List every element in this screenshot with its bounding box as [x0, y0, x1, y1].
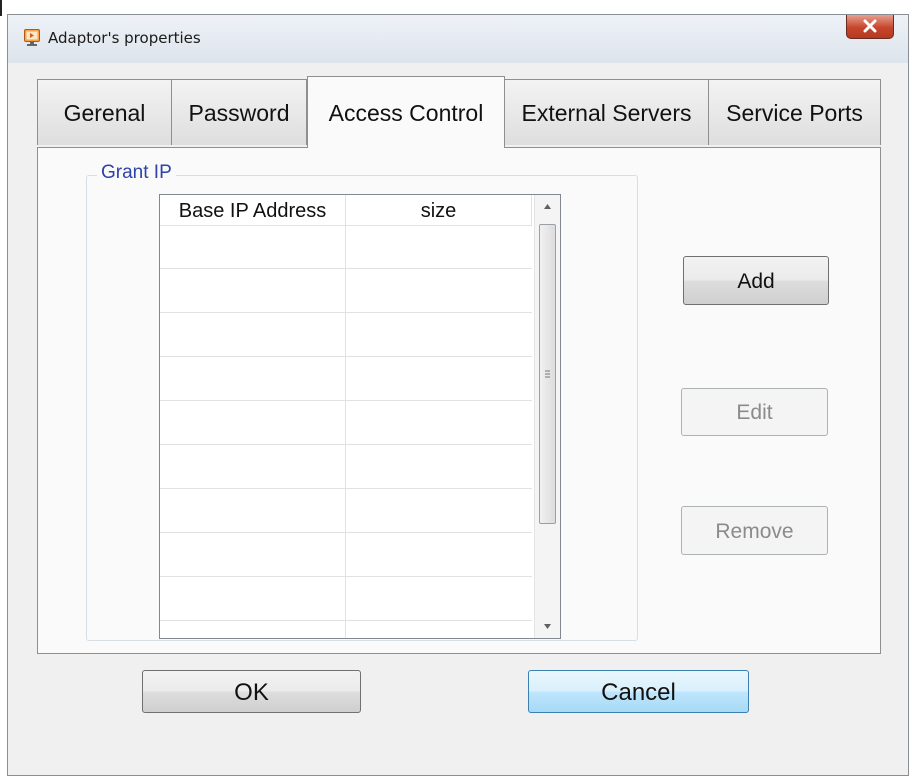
column-header-base-ip[interactable]: Base IP Address [160, 195, 346, 225]
cancel-button[interactable]: Cancel [528, 670, 749, 713]
screen-edge-mark [0, 0, 7, 16]
dialog-window: Adaptor's properties Gerenal Password Ac… [7, 14, 909, 776]
add-button[interactable]: Add [683, 256, 829, 305]
window-title: Adaptor's properties [48, 29, 201, 47]
table-row[interactable] [160, 533, 532, 577]
scroll-up-arrow[interactable] [535, 195, 560, 219]
tab-general[interactable]: Gerenal [37, 79, 172, 145]
remove-button[interactable]: Remove [681, 506, 828, 555]
tab-label: Gerenal [63, 100, 146, 126]
app-icon [24, 29, 40, 47]
table-row[interactable] [160, 401, 532, 445]
tab-label: Access Control [328, 100, 484, 126]
tab-service-ports[interactable]: Service Ports [708, 79, 881, 145]
scroll-thumb[interactable] [539, 224, 556, 524]
close-button[interactable] [846, 15, 894, 39]
list-header: Base IP Address size [160, 195, 532, 226]
table-row[interactable] [160, 357, 532, 401]
tab-label: Service Ports [726, 100, 863, 126]
table-row[interactable] [160, 577, 532, 621]
chevron-down-icon [544, 624, 551, 629]
grant-ip-list[interactable]: Base IP Address size [159, 194, 561, 639]
tab-label: External Servers [521, 100, 692, 126]
close-icon [863, 19, 877, 33]
tab-label: Password [188, 100, 290, 126]
table-row[interactable] [160, 621, 532, 638]
vertical-scrollbar[interactable] [534, 195, 560, 638]
tab-password[interactable]: Password [171, 79, 307, 145]
tab-access-control[interactable]: Access Control [307, 76, 505, 148]
scroll-down-arrow[interactable] [535, 614, 560, 638]
tab-external-servers[interactable]: External Servers [504, 79, 709, 145]
column-header-size[interactable]: size [346, 195, 532, 225]
access-control-panel: Grant IP Base IP Address size Add Edit R… [37, 147, 881, 654]
table-row[interactable] [160, 445, 532, 489]
table-row[interactable] [160, 313, 532, 357]
chevron-up-icon [544, 204, 551, 209]
ok-button[interactable]: OK [142, 670, 361, 713]
grant-ip-group: Grant IP Base IP Address size [86, 162, 638, 641]
group-label: Grant IP [97, 162, 176, 184]
table-row[interactable] [160, 489, 532, 533]
edit-button[interactable]: Edit [681, 388, 828, 436]
table-row[interactable] [160, 269, 532, 313]
grip-icon [545, 370, 550, 378]
table-row[interactable] [160, 225, 532, 269]
title-bar[interactable]: Adaptor's properties [8, 15, 908, 63]
